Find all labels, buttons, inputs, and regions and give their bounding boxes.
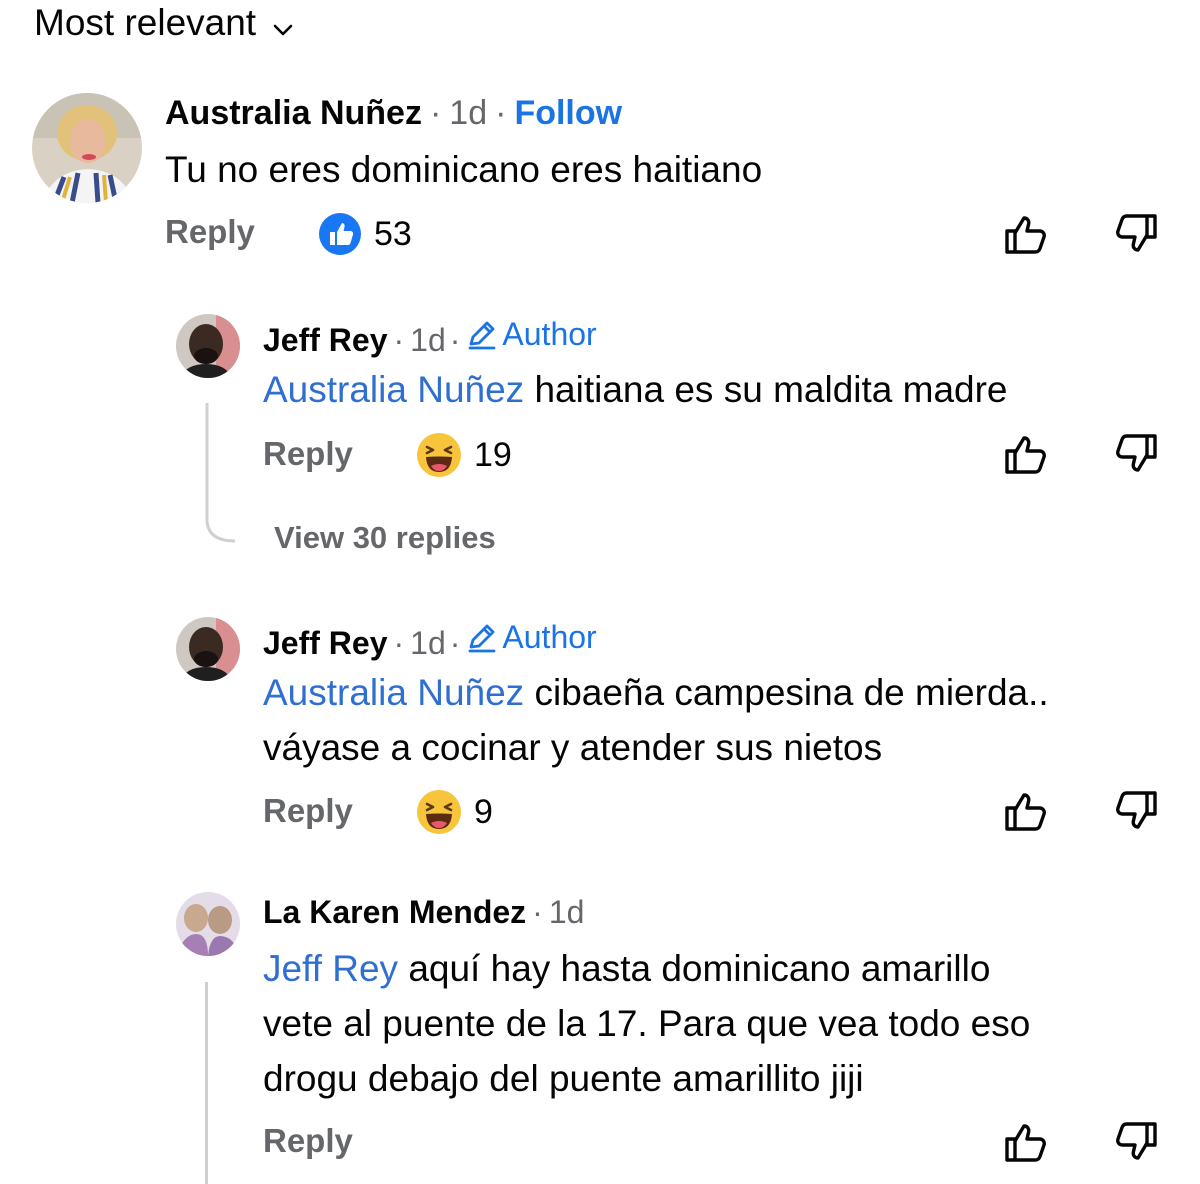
comment-line: vete al puente de la 17. Para que vea to… bbox=[263, 1003, 1031, 1044]
thumbs-up-icon[interactable] bbox=[1002, 787, 1050, 835]
chevron-down-icon bbox=[270, 10, 296, 36]
separator-dot: · bbox=[449, 321, 461, 358]
mention-link[interactable]: Australia Nuñez bbox=[263, 369, 524, 410]
reaction-summary[interactable]: 9 bbox=[416, 789, 493, 835]
comment-text: Jeff Rey aquí hay hasta dominicano amari… bbox=[263, 941, 1030, 1106]
thread-connector bbox=[205, 982, 208, 1184]
pencil-icon bbox=[466, 319, 498, 351]
avatar[interactable] bbox=[32, 93, 142, 203]
haha-reaction-icon bbox=[416, 432, 462, 478]
comment-time[interactable]: 1d bbox=[549, 894, 585, 931]
separator-dot: · bbox=[532, 894, 543, 930]
author-badge: Author bbox=[466, 316, 597, 353]
comment-author[interactable]: La Karen Mendez bbox=[263, 894, 526, 931]
author-badge-label: Author bbox=[502, 316, 597, 352]
author-badge: Author bbox=[466, 619, 597, 656]
comment-time[interactable]: 1d bbox=[410, 322, 446, 359]
reaction-count: 9 bbox=[474, 792, 493, 831]
comment-header: Jeff Rey · 1d · Author bbox=[263, 619, 597, 662]
comment-line: váyase a cocinar y atender sus nietos bbox=[263, 727, 883, 768]
reaction-count: 53 bbox=[374, 214, 412, 253]
sort-dropdown[interactable]: Most relevant bbox=[34, 0, 296, 46]
haha-reaction-icon bbox=[416, 789, 462, 835]
thumbs-down-icon[interactable] bbox=[1112, 430, 1160, 478]
comment-header: Jeff Rey · 1d · Author bbox=[263, 316, 597, 359]
separator-dot: · bbox=[449, 624, 461, 661]
comment-author[interactable]: Jeff Rey bbox=[263, 322, 388, 359]
reply-button[interactable]: Reply bbox=[263, 435, 353, 473]
separator-dot: · bbox=[393, 321, 405, 358]
comment-text-content: aquí hay hasta dominicano amarillo bbox=[398, 948, 991, 989]
reply-button[interactable]: Reply bbox=[263, 792, 353, 830]
thumbs-down-icon[interactable] bbox=[1112, 787, 1160, 835]
comment-line: Jeff Rey aquí hay hasta dominicano amari… bbox=[263, 941, 1030, 996]
separator-dot: · bbox=[393, 624, 405, 661]
comment-line: drogu debajo del puente amarillito jiji bbox=[263, 1058, 864, 1099]
avatar[interactable] bbox=[176, 617, 240, 681]
reply-button[interactable]: Reply bbox=[263, 1122, 353, 1160]
thumbs-down-icon[interactable] bbox=[1112, 1118, 1160, 1166]
reaction-summary[interactable]: 19 bbox=[416, 432, 512, 478]
like-reaction-icon bbox=[318, 212, 362, 256]
thumbs-up-icon[interactable] bbox=[1002, 210, 1050, 258]
thumbs-up-icon[interactable] bbox=[1002, 430, 1050, 478]
comment-text-content: Tu no eres dominicano eres haitiano bbox=[165, 149, 763, 190]
comment-author[interactable]: Jeff Rey bbox=[263, 625, 388, 662]
comment-text: Australia Nuñez haitiana es su maldita m… bbox=[263, 362, 1008, 417]
pencil-icon bbox=[466, 622, 498, 654]
sort-label: Most relevant bbox=[34, 2, 257, 43]
avatar[interactable] bbox=[176, 314, 240, 378]
thread-connector bbox=[205, 403, 239, 545]
comment-line: Australia Nuñez cibaeña campesina de mie… bbox=[263, 665, 1049, 720]
reply-button[interactable]: Reply bbox=[165, 213, 255, 251]
separator-dot: · bbox=[429, 94, 442, 132]
reaction-summary[interactable]: 53 bbox=[318, 212, 412, 256]
follow-button[interactable]: Follow bbox=[514, 94, 622, 133]
comment-header: Australia Nuñez · 1d · Follow bbox=[165, 94, 622, 133]
thumbs-down-icon[interactable] bbox=[1112, 210, 1160, 258]
comment-header: La Karen Mendez · 1d bbox=[263, 894, 584, 931]
mention-link[interactable]: Jeff Rey bbox=[263, 948, 398, 989]
thumbs-up-icon[interactable] bbox=[1002, 1118, 1050, 1166]
comment-text: Tu no eres dominicano eres haitiano bbox=[165, 142, 762, 197]
separator-dot: · bbox=[495, 94, 507, 132]
view-replies-button[interactable]: View 30 replies bbox=[274, 520, 496, 556]
comment-text: Australia Nuñez cibaeña campesina de mie… bbox=[263, 665, 1049, 775]
comment-text-content: haitiana es su maldita madre bbox=[524, 369, 1008, 410]
comment-text-content: cibaeña campesina de mierda.. bbox=[524, 672, 1049, 713]
comment-time[interactable]: 1d bbox=[449, 94, 487, 133]
mention-link[interactable]: Australia Nuñez bbox=[263, 672, 524, 713]
comment-time[interactable]: 1d bbox=[410, 625, 446, 662]
avatar[interactable] bbox=[176, 892, 240, 956]
reaction-count: 19 bbox=[474, 435, 512, 474]
comment-author[interactable]: Australia Nuñez bbox=[165, 94, 422, 133]
author-badge-label: Author bbox=[502, 619, 597, 655]
